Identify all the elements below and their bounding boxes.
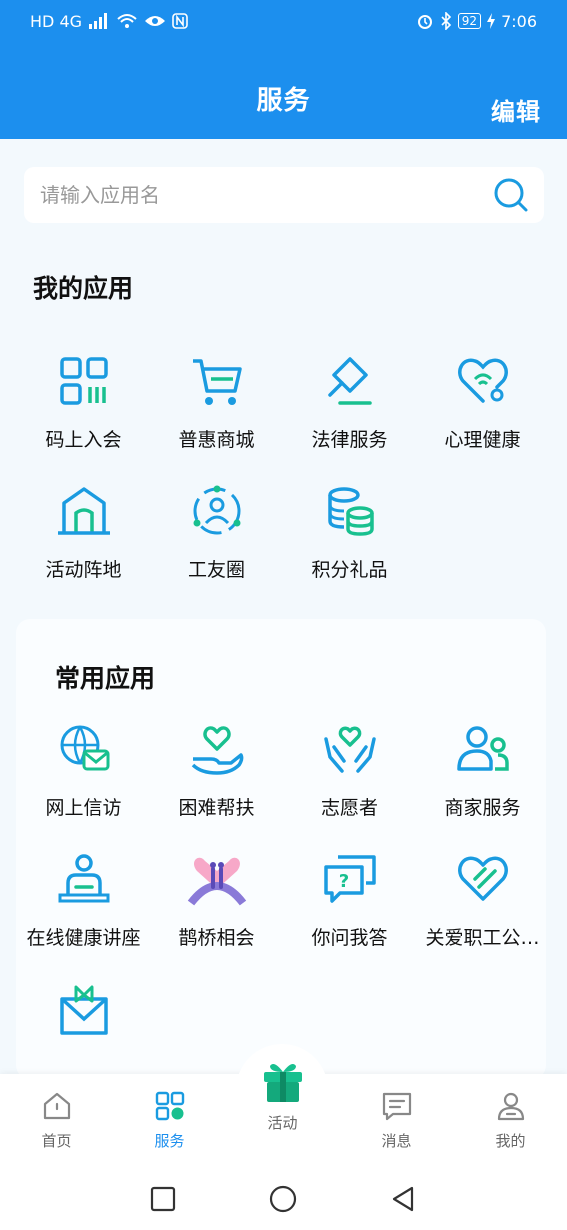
search-icon[interactable] bbox=[492, 176, 530, 214]
qr-code-icon bbox=[59, 357, 108, 405]
message-icon bbox=[382, 1092, 411, 1121]
coin-stack-icon bbox=[327, 487, 374, 536]
title-row: 服务 编辑 bbox=[0, 74, 567, 127]
search-bar[interactable] bbox=[24, 167, 544, 223]
wifi-icon bbox=[117, 14, 137, 28]
tab-label: 我的 bbox=[495, 1132, 526, 1150]
app-label: 鹊桥相会 bbox=[178, 927, 255, 949]
merchant-people-icon bbox=[456, 726, 509, 771]
app-label: 关爱职工公… bbox=[425, 927, 540, 949]
common-apps-grid: 网上信访 困难帮扶 志愿者 商家服务 在线健康讲座 鹊桥相会 ? 你问我答 关爱… bbox=[17, 705, 549, 1095]
tab-home[interactable]: 首页 bbox=[0, 1090, 113, 1151]
tab-label: 活动 bbox=[267, 1114, 298, 1132]
community-circle-icon bbox=[193, 485, 240, 535]
app-online-health-lecture[interactable]: 在线健康讲座 bbox=[17, 835, 150, 965]
heart-stethoscope-icon bbox=[457, 358, 508, 403]
app-magpie-bridge[interactable]: 鹊桥相会 bbox=[150, 835, 283, 965]
app-label: 网上信访 bbox=[45, 797, 122, 819]
page-title: 服务 bbox=[256, 86, 311, 116]
app-join-union[interactable]: 码上入会 bbox=[17, 337, 150, 467]
qa-chat-icon: ? bbox=[323, 855, 376, 903]
alarm-icon bbox=[417, 15, 432, 29]
app-qa[interactable]: ? 你问我答 bbox=[283, 835, 416, 965]
system-nav-bar bbox=[0, 1170, 567, 1230]
signal-icon bbox=[89, 13, 108, 29]
svg-text:?: ? bbox=[338, 871, 348, 892]
nfc-icon bbox=[172, 13, 188, 29]
app-mental-health[interactable]: 心理健康 bbox=[416, 337, 549, 467]
status-time: 7:06 bbox=[501, 11, 537, 31]
my-apps-title: 我的应用 bbox=[33, 274, 134, 303]
app-label: 积分礼品 bbox=[311, 559, 388, 581]
eye-icon bbox=[145, 16, 166, 26]
my-apps-grid: 码上入会 普惠商城 法律服务 心理健康 活动阵地 工友圈 积分礼品 bbox=[17, 337, 549, 597]
app-points-gifts[interactable]: 积分礼品 bbox=[283, 467, 416, 597]
tab-activity[interactable]: 活动 bbox=[226, 1064, 339, 1133]
app-label: 困难帮扶 bbox=[178, 797, 255, 819]
tab-label: 服务 bbox=[154, 1132, 185, 1150]
gift-icon bbox=[263, 1064, 302, 1102]
app-label: 心理健康 bbox=[444, 429, 521, 451]
app-legal[interactable]: 法律服务 bbox=[283, 337, 416, 467]
grid-apps-icon bbox=[155, 1091, 184, 1121]
app-activity-base[interactable]: 活动阵地 bbox=[17, 467, 150, 597]
status-bar: HD 4G 92 7:06 bbox=[0, 0, 567, 42]
header: HD 4G 92 7:06 服务 编辑 bbox=[0, 0, 567, 139]
app-label: 志愿者 bbox=[320, 797, 378, 819]
hand-heart-icon bbox=[191, 726, 243, 775]
search-input[interactable] bbox=[40, 183, 480, 207]
globe-mail-icon bbox=[60, 725, 109, 771]
charging-icon bbox=[487, 13, 496, 29]
app-online-petition[interactable]: 网上信访 bbox=[17, 705, 150, 835]
care-heart-icon bbox=[457, 856, 508, 901]
gavel-icon bbox=[327, 357, 372, 405]
app-label: 工友圈 bbox=[187, 559, 245, 581]
recent-apps-icon[interactable] bbox=[148, 1184, 178, 1214]
common-apps-card: 常用应用 网上信访 困难帮扶 志愿者 商家服务 在线健康讲座 鹊桥相会 ? 你问… bbox=[16, 619, 546, 1079]
online-lecture-icon bbox=[58, 854, 109, 903]
app-label: 在线健康讲座 bbox=[26, 927, 141, 949]
home-icon bbox=[43, 1092, 70, 1120]
app-label: 你问我答 bbox=[311, 927, 388, 949]
bottom-tab-bar: 首页 服务 活动 消息 我的 bbox=[0, 1044, 567, 1170]
gift-box-icon bbox=[59, 985, 108, 1035]
tab-label: 首页 bbox=[41, 1132, 72, 1150]
hands-heart-icon bbox=[323, 726, 376, 773]
status-network-text: HD 4G bbox=[30, 11, 83, 31]
tab-label: 消息 bbox=[381, 1132, 412, 1150]
tab-services[interactable]: 服务 bbox=[113, 1090, 226, 1151]
edit-button[interactable]: 编辑 bbox=[491, 92, 541, 127]
tab-messages[interactable]: 消息 bbox=[340, 1090, 453, 1151]
user-icon bbox=[497, 1092, 524, 1121]
back-icon[interactable] bbox=[388, 1184, 418, 1214]
app-hardship-aid[interactable]: 困难帮扶 bbox=[150, 705, 283, 835]
app-merchant-service[interactable]: 商家服务 bbox=[416, 705, 549, 835]
app-label: 法律服务 bbox=[311, 429, 388, 451]
common-apps-title: 常用应用 bbox=[55, 664, 156, 693]
app-label: 商家服务 bbox=[444, 797, 521, 819]
app-label: 码上入会 bbox=[45, 429, 122, 451]
app-mall[interactable]: 普惠商城 bbox=[150, 337, 283, 467]
bluetooth-icon bbox=[441, 12, 451, 30]
app-volunteer[interactable]: 志愿者 bbox=[283, 705, 416, 835]
app-worker-care[interactable]: 关爱职工公… bbox=[416, 835, 549, 965]
magpie-bridge-icon bbox=[187, 857, 246, 906]
building-icon bbox=[57, 487, 110, 535]
home-nav-icon[interactable] bbox=[268, 1184, 298, 1214]
app-label: 活动阵地 bbox=[45, 559, 122, 581]
app-worker-circle[interactable]: 工友圈 bbox=[150, 467, 283, 597]
shopping-cart-icon bbox=[192, 359, 242, 405]
content-area: 我的应用 码上入会 普惠商城 bbox=[0, 139, 567, 1079]
tab-profile[interactable]: 我的 bbox=[454, 1090, 567, 1151]
battery-level: 92 bbox=[457, 13, 482, 29]
app-label: 普惠商城 bbox=[178, 429, 255, 451]
